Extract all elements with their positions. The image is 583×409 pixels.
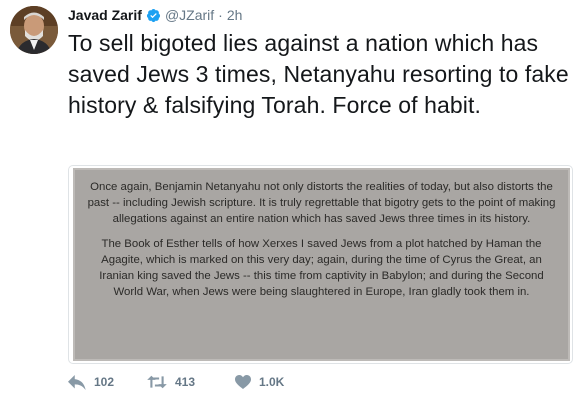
- author-handle[interactable]: @JZarif: [165, 7, 214, 23]
- tweet-text: To sell bigoted lies against a nation wh…: [68, 30, 569, 118]
- retweet-button[interactable]: 413: [147, 375, 235, 389]
- statement-paragraph-2: The Book of Esther tells of how Xerxes I…: [99, 238, 544, 298]
- retweet-count: 413: [175, 375, 196, 389]
- tweet-header: Javad Zarif @JZarif · 2h: [68, 6, 242, 24]
- reply-count: 102: [94, 375, 115, 389]
- statement-image: Once again, Benjamin Netanyahu not only …: [73, 168, 570, 361]
- reply-button[interactable]: 102: [68, 374, 147, 390]
- retweet-icon: [147, 375, 167, 389]
- tweet-timestamp[interactable]: 2h: [227, 7, 243, 23]
- statement-paragraph-1: Once again, Benjamin Netanyahu not only …: [87, 181, 556, 225]
- avatar[interactable]: [10, 6, 58, 54]
- tweet-actions: 102 413 1.0K: [68, 372, 315, 392]
- media-card[interactable]: Once again, Benjamin Netanyahu not only …: [68, 165, 573, 364]
- like-count: 1.0K: [259, 375, 285, 389]
- author-name[interactable]: Javad Zarif: [68, 7, 142, 23]
- header-separator: ·: [218, 7, 223, 23]
- avatar-photo: [10, 6, 58, 54]
- like-button[interactable]: 1.0K: [235, 375, 315, 389]
- tweet: Javad Zarif @JZarif · 2h To sell bigoted…: [0, 0, 583, 409]
- verified-badge-icon: [146, 8, 160, 22]
- reply-icon: [68, 374, 86, 390]
- heart-icon: [235, 375, 251, 389]
